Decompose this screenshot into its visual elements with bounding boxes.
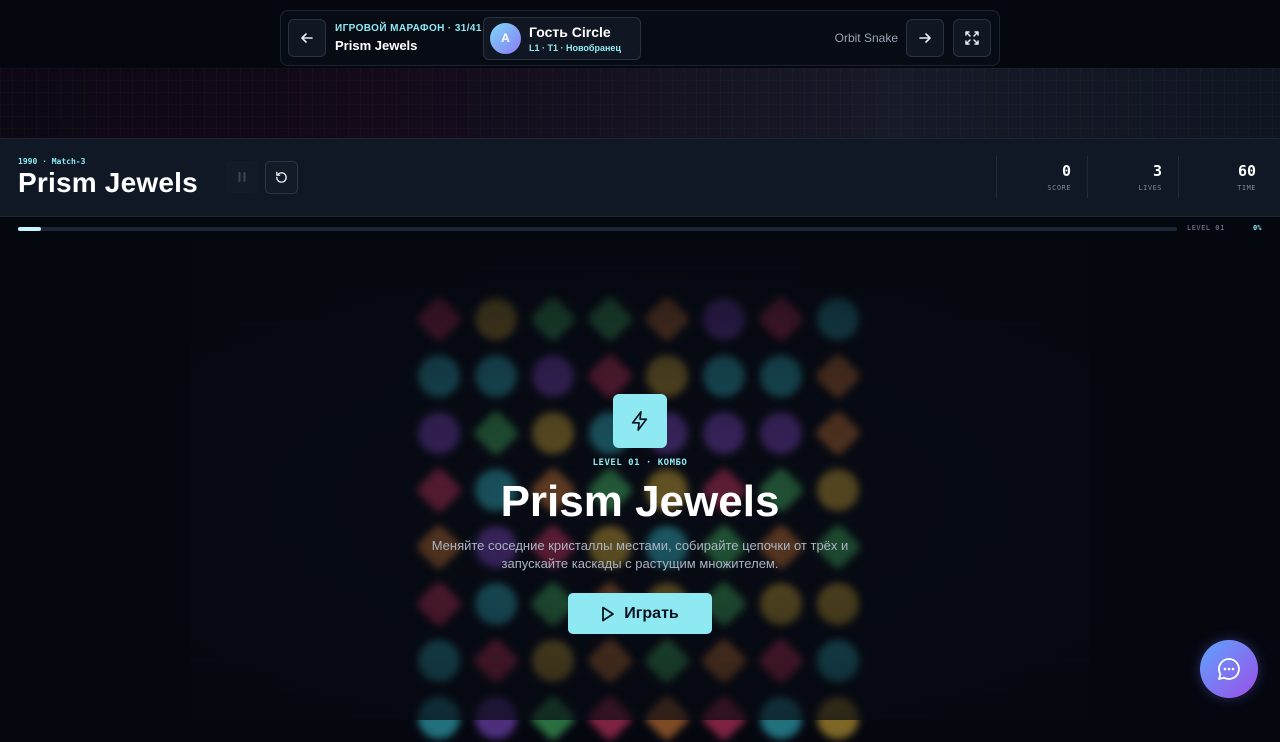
score-value: 0 [1061,162,1071,180]
restart-icon [276,171,287,183]
chat-icon [1218,658,1240,680]
chat-button[interactable] [1200,640,1258,698]
level-progress-bar [18,227,1177,231]
fullscreen-button[interactable] [953,19,991,57]
user-name: Гость Circle [529,23,611,40]
time-label: TIME [1237,184,1256,192]
lives-value: 3 [1152,162,1162,180]
next-game-button[interactable] [906,19,944,57]
score-label: SCORE [1047,184,1071,192]
lightning-icon [631,411,648,431]
marathon-kicker: ИГРОВОЙ МАРАФОН · 31/41 [335,23,482,34]
overlay-title: Prism Jewels [500,477,780,526]
progress-level-label: LEVEL 01 [1187,224,1225,232]
score-stat: 0 SCORE [996,156,1087,198]
arrow-left-icon [301,33,313,43]
pause-icon [238,172,246,182]
pause-button[interactable] [226,161,258,193]
time-value: 60 [1237,162,1256,180]
banner-strip [0,68,1280,138]
level-progress-fill [18,227,41,231]
play-icon [602,606,615,621]
overlay-description: Меняйте соседние кристаллы местами, соби… [431,538,849,571]
user-level: L1 · T1 · Новобранец [529,42,621,53]
arrow-right-icon [919,33,931,43]
user-profile-chip[interactable]: A Гость Circle L1 · T1 · Новобранец [483,16,641,60]
play-button[interactable]: Играть [568,593,712,634]
marathon-game-title: Prism Jewels [335,38,418,53]
avatar: A [490,22,521,54]
marathon-nav-bar: ИГРОВОЙ МАРАФОН · 31/41 Prism Jewels A Г… [280,10,1000,66]
next-game-label[interactable]: Orbit Snake [835,31,898,45]
progress-percent: 0% [1253,224,1262,232]
restart-button[interactable] [265,161,298,194]
game-title: Prism Jewels [18,167,198,198]
time-stat: 60 TIME [1178,156,1272,198]
lives-stat: 3 LIVES [1087,156,1178,198]
combo-badge [613,394,667,448]
marathon-info: ИГРОВОЙ МАРАФОН · 31/41 Prism Jewels [335,23,483,53]
lives-label: LIVES [1138,184,1162,192]
overlay-subtitle: LEVEL 01 · КОМБО [592,458,688,468]
previous-game-button[interactable] [288,19,326,57]
play-button-label: Играть [624,604,679,622]
game-meta: 1990 · Match-3 [18,157,86,166]
fullscreen-icon [965,31,979,45]
